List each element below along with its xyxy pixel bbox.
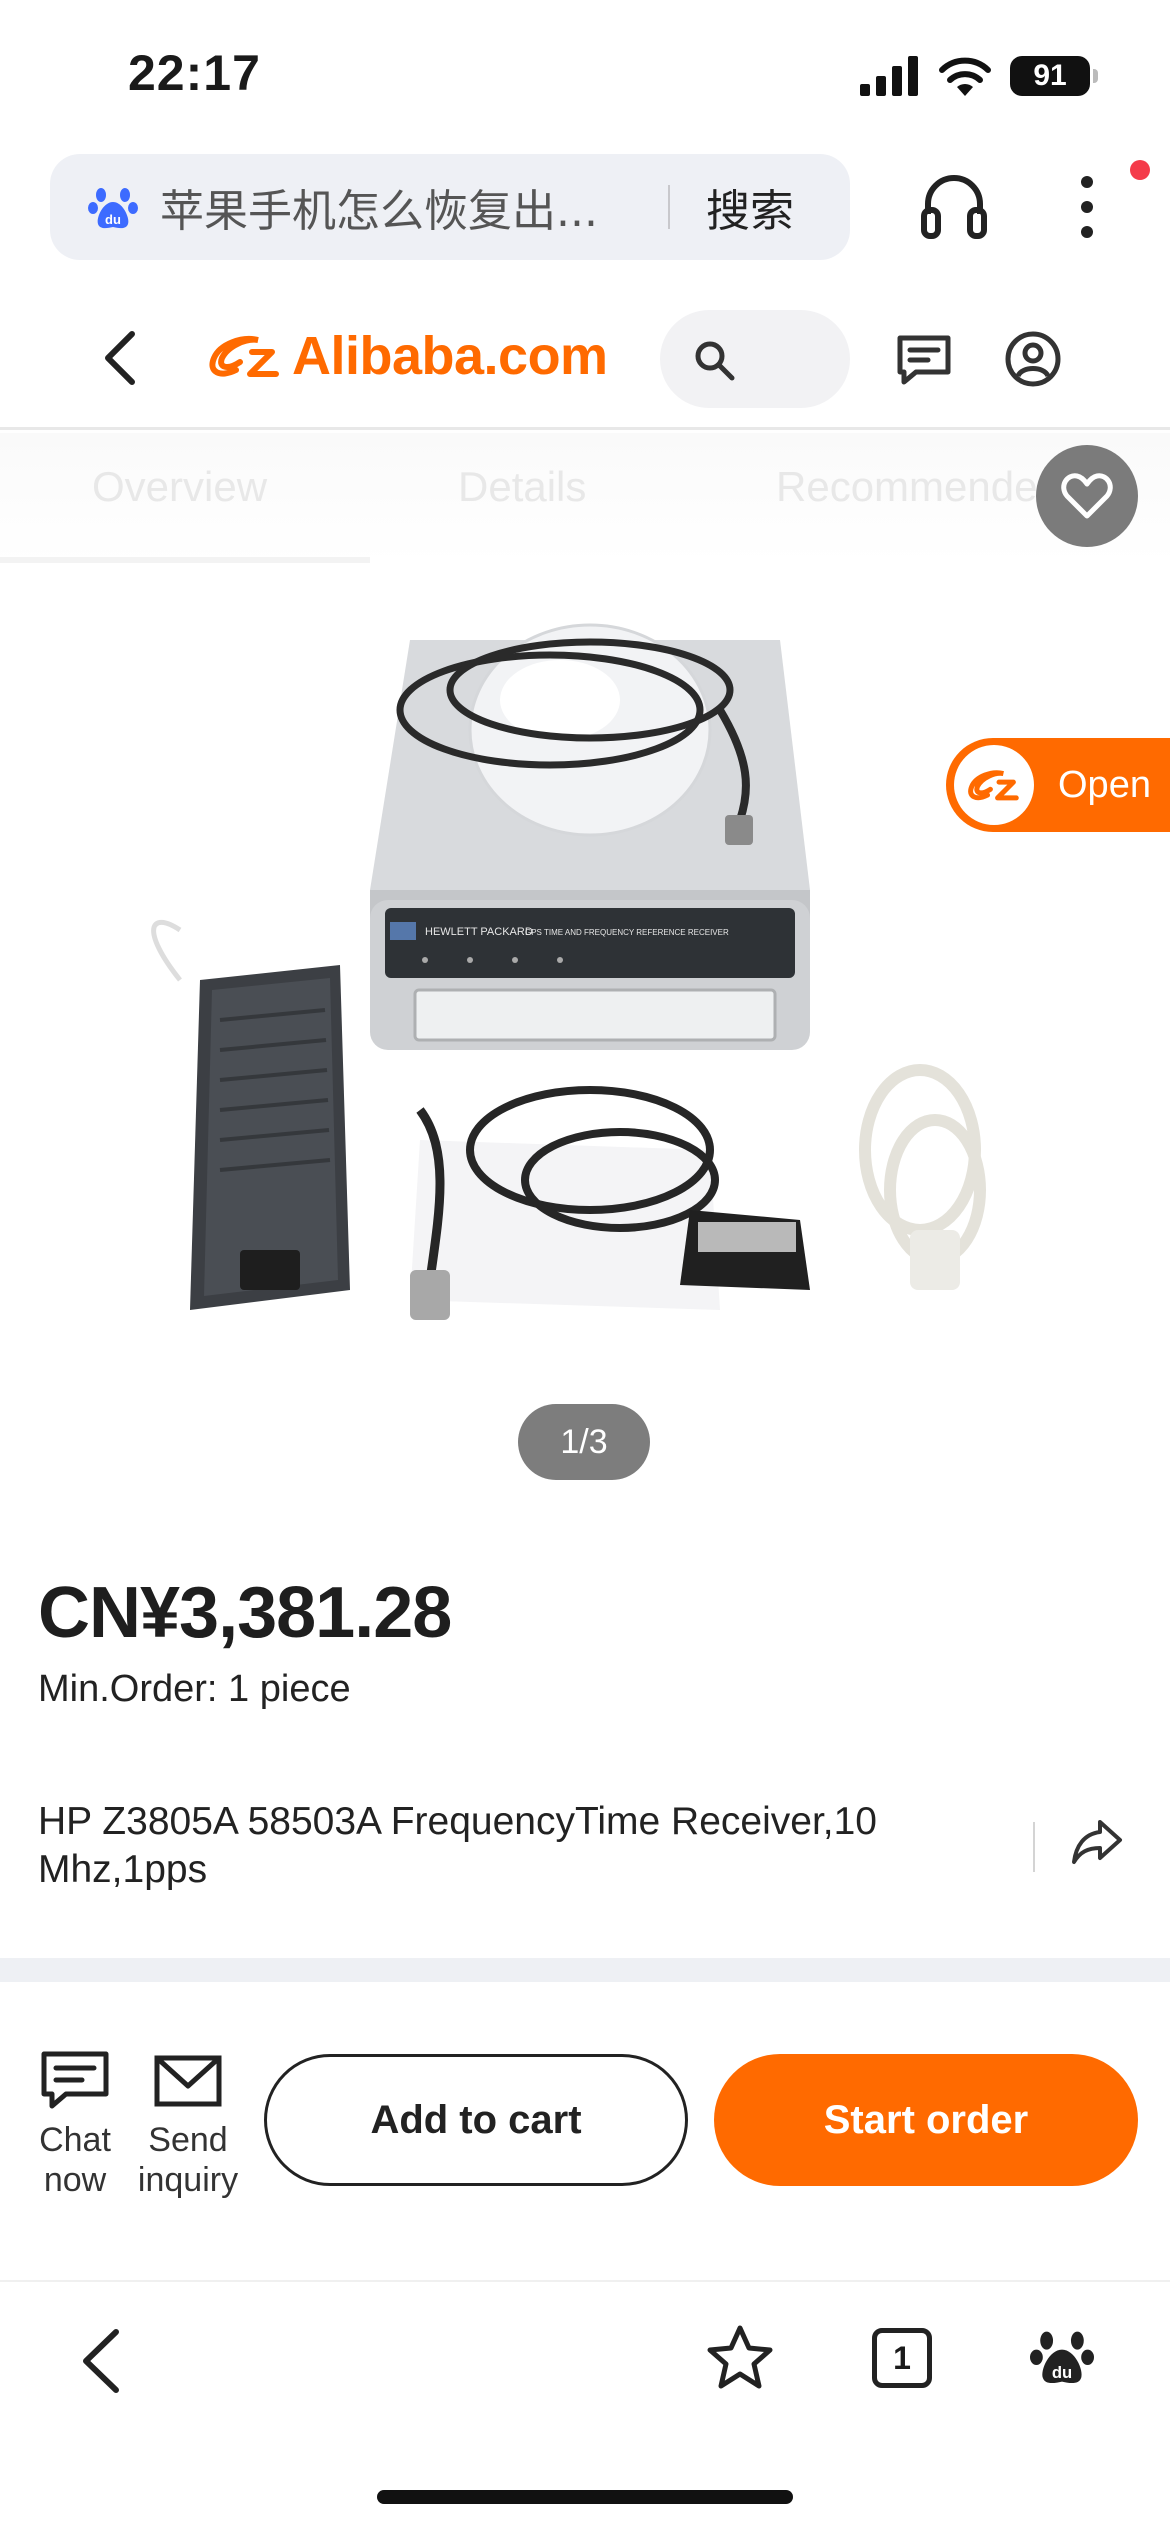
tab-switcher-button[interactable]: 1 xyxy=(872,2328,932,2388)
home-indicator xyxy=(377,2490,793,2504)
chat-icon xyxy=(41,2051,109,2109)
search-divider xyxy=(668,185,670,229)
heart-icon xyxy=(1061,473,1113,519)
product-tabs: Overview Details Recommended xyxy=(0,433,1170,563)
section-separator xyxy=(0,1958,1170,1982)
battery-indicator: 91 xyxy=(1010,56,1098,96)
envelope-icon xyxy=(154,2055,222,2107)
alibaba-logo[interactable]: Alibaba.com xyxy=(206,324,608,388)
back-icon[interactable] xyxy=(100,328,140,388)
min-order-label: Min.Order: xyxy=(38,1668,218,1710)
image-pager: 1/3 xyxy=(518,1404,650,1480)
open-app-label: Open xyxy=(1058,763,1151,806)
search-query[interactable]: 苹果手机怎么恢复出... xyxy=(160,175,640,239)
status-bar: 22:17 91 xyxy=(0,0,1170,150)
baidu-home-icon[interactable]: du xyxy=(1030,2324,1094,2388)
alibaba-app-icon xyxy=(968,770,1019,801)
start-order-button[interactable]: Start order xyxy=(714,2054,1138,2186)
tab-recommended[interactable]: Recommended xyxy=(776,463,1061,511)
svg-text:du: du xyxy=(1052,2363,1072,2382)
messages-icon[interactable] xyxy=(896,334,952,386)
add-to-cart-button[interactable]: Add to cart xyxy=(264,2054,688,2186)
account-icon[interactable] xyxy=(1004,330,1062,388)
chat-now-button[interactable]: Chat now xyxy=(20,2050,130,2200)
title-divider xyxy=(1033,1822,1035,1872)
send-inquiry-label: Send inquiry xyxy=(137,2121,239,2199)
search-button[interactable]: 搜索 xyxy=(706,175,794,239)
product-image[interactable]: HEWLETT PACKARD GPS TIME AND FREQUENCY R… xyxy=(120,590,1040,1360)
device-brand-label: HEWLETT PACKARD xyxy=(425,926,533,938)
min-order: Min.Order: 1 piece xyxy=(38,1668,351,1711)
favorite-button[interactable] xyxy=(1036,445,1138,547)
share-icon[interactable] xyxy=(1070,1816,1124,1866)
tab-overview[interactable]: Overview xyxy=(92,463,267,511)
signal-icon xyxy=(860,56,918,96)
bookmark-star-icon[interactable] xyxy=(706,2324,774,2390)
alibaba-logo-icon xyxy=(209,336,279,377)
min-order-value: 1 piece xyxy=(228,1668,351,1710)
more-menu-icon[interactable] xyxy=(1062,172,1112,242)
device-model-label: GPS TIME AND FREQUENCY REFERENCE RECEIVE… xyxy=(525,928,729,937)
wifi-icon xyxy=(939,57,991,96)
open-app-badge xyxy=(954,745,1034,825)
browser-bar: du 苹果手机怎么恢复出... 搜索 xyxy=(0,150,1170,270)
chat-now-label: Chat now xyxy=(39,2121,111,2199)
browser-back-icon[interactable] xyxy=(78,2326,124,2396)
tab-details[interactable]: Details xyxy=(458,463,586,511)
svg-text:du: du xyxy=(105,212,121,227)
tab-active-indicator xyxy=(0,557,370,563)
open-app-button[interactable]: Open xyxy=(946,738,1170,832)
product-title: HP Z3805A 58503A FrequencyTime Receiver,… xyxy=(38,1800,877,1891)
site-header: Alibaba.com xyxy=(0,270,1170,430)
search-icon xyxy=(695,341,735,381)
headphones-icon[interactable] xyxy=(918,170,990,242)
logo-text: Alibaba.com xyxy=(292,326,608,386)
notification-dot xyxy=(1130,160,1150,180)
site-search-button[interactable] xyxy=(660,310,850,408)
product-price: CN¥3,381.28 xyxy=(38,1573,452,1653)
purchase-action-bar: Chat now Send inquiry Add to cart Start … xyxy=(0,2000,1170,2282)
baidu-paw-icon: du xyxy=(88,188,138,229)
send-inquiry-button[interactable]: Send inquiry xyxy=(133,2050,243,2200)
status-icons: 91 xyxy=(860,54,1098,98)
status-time: 22:17 xyxy=(128,45,261,101)
browser-search-box[interactable]: du 苹果手机怎么恢复出... 搜索 xyxy=(50,154,850,260)
